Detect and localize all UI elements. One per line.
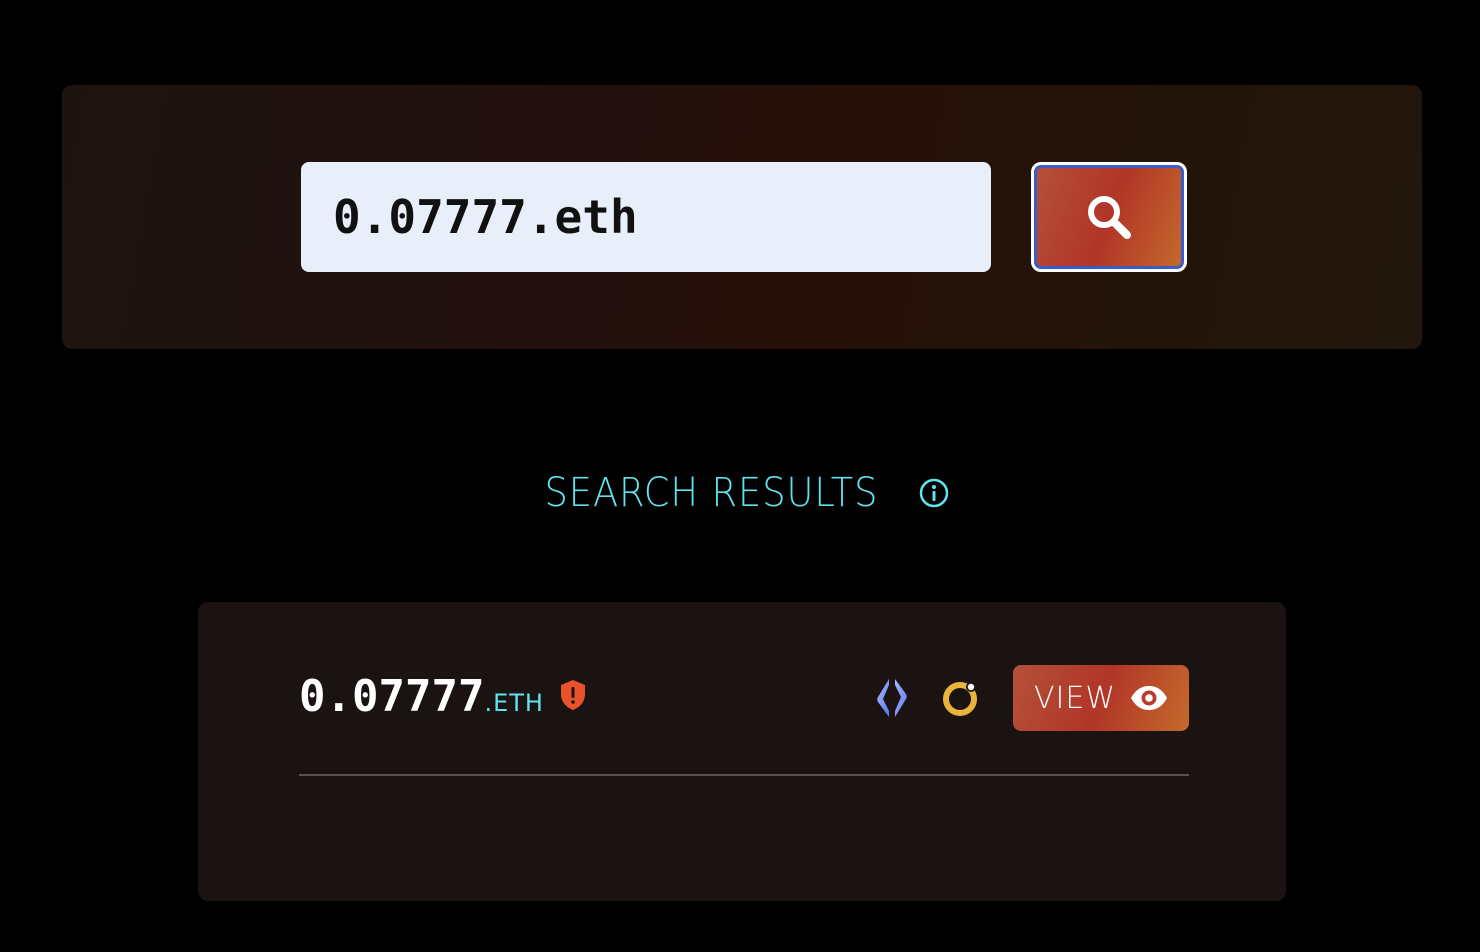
results-heading: SEARCH RESULTS [0, 470, 1480, 516]
search-panel [62, 85, 1422, 349]
view-label: VIEW [1034, 680, 1116, 716]
results-title: SEARCH RESULTS [544, 470, 878, 516]
ens-icon[interactable] [872, 677, 912, 719]
search-input[interactable] [301, 162, 991, 272]
eye-icon [1131, 686, 1167, 710]
domain-name: 0.07777 [299, 671, 485, 722]
result-divider [299, 774, 1189, 776]
info-icon[interactable] [918, 477, 950, 509]
search-button[interactable] [1031, 162, 1187, 272]
search-icon [1088, 196, 1131, 239]
view-button[interactable]: VIEW [1013, 665, 1189, 731]
result-name[interactable]: 0.07777 .ETH [299, 671, 586, 722]
result-row: 0.07777 .ETH VIEW [299, 665, 1189, 731]
results-card: 0.07777 .ETH VIEW [198, 602, 1286, 901]
domain-tld: .ETH [484, 689, 544, 717]
ring-logo-icon[interactable] [940, 677, 980, 719]
shield-alert-icon [560, 679, 585, 710]
